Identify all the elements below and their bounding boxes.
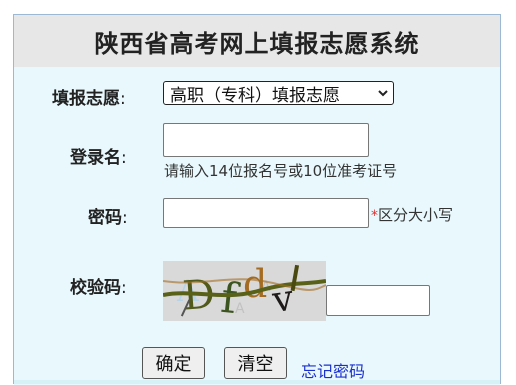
header: 陕西省高考网上填报志愿系统 <box>14 15 500 67</box>
password-label-wrap: 密码: <box>88 203 128 228</box>
password-label: 密码 <box>88 208 122 228</box>
password-input[interactable] <box>163 198 369 228</box>
username-input[interactable] <box>163 123 369 157</box>
required-star: * <box>371 208 378 224</box>
captcha-colon: : <box>121 278 127 298</box>
footer-bar <box>14 380 500 384</box>
captcha-input[interactable] <box>326 285 430 316</box>
page-title: 陕西省高考网上填报志愿系统 <box>94 29 420 58</box>
username-hint: 请输入14位报名号或10位准考证号 <box>164 162 398 180</box>
username-label: 登录名 <box>70 148 121 168</box>
password-hint: 区分大小写 <box>378 206 454 224</box>
clear-button[interactable]: 清空 <box>224 347 287 379</box>
username-label-wrap: 登录名: <box>70 143 127 168</box>
chevron-down-icon <box>378 90 388 97</box>
password-hint-wrap: *区分大小写 <box>371 204 453 225</box>
type-label: 填报志愿 <box>52 89 120 109</box>
captcha-char-3: d <box>243 262 267 306</box>
login-form: 填报志愿: 高职（专科）填报志愿 登录名: 请输入14位报名号或10位准考证号 … <box>14 67 500 385</box>
login-panel: 陕西省高考网上填报志愿系统 填报志愿: 高职（专科）填报志愿 登录名: 请输入1… <box>13 14 501 385</box>
type-select[interactable]: 高职（专科）填报志愿 <box>163 81 394 106</box>
captcha-graphic: A A A D f d v <box>163 261 326 321</box>
type-colon: : <box>120 89 126 109</box>
captcha-label: 校验码 <box>70 278 121 298</box>
confirm-button[interactable]: 确定 <box>142 347 205 379</box>
captcha-label-wrap: 校验码: <box>70 273 127 298</box>
username-colon: : <box>121 148 127 168</box>
type-select-value: 高职（专科）填报志愿 <box>170 85 340 106</box>
type-label-wrap: 填报志愿: <box>52 84 126 109</box>
password-colon: : <box>122 208 128 228</box>
forgot-password-link[interactable]: 忘记密码 <box>301 358 365 382</box>
captcha-image[interactable]: A A A D f d v <box>163 261 326 321</box>
